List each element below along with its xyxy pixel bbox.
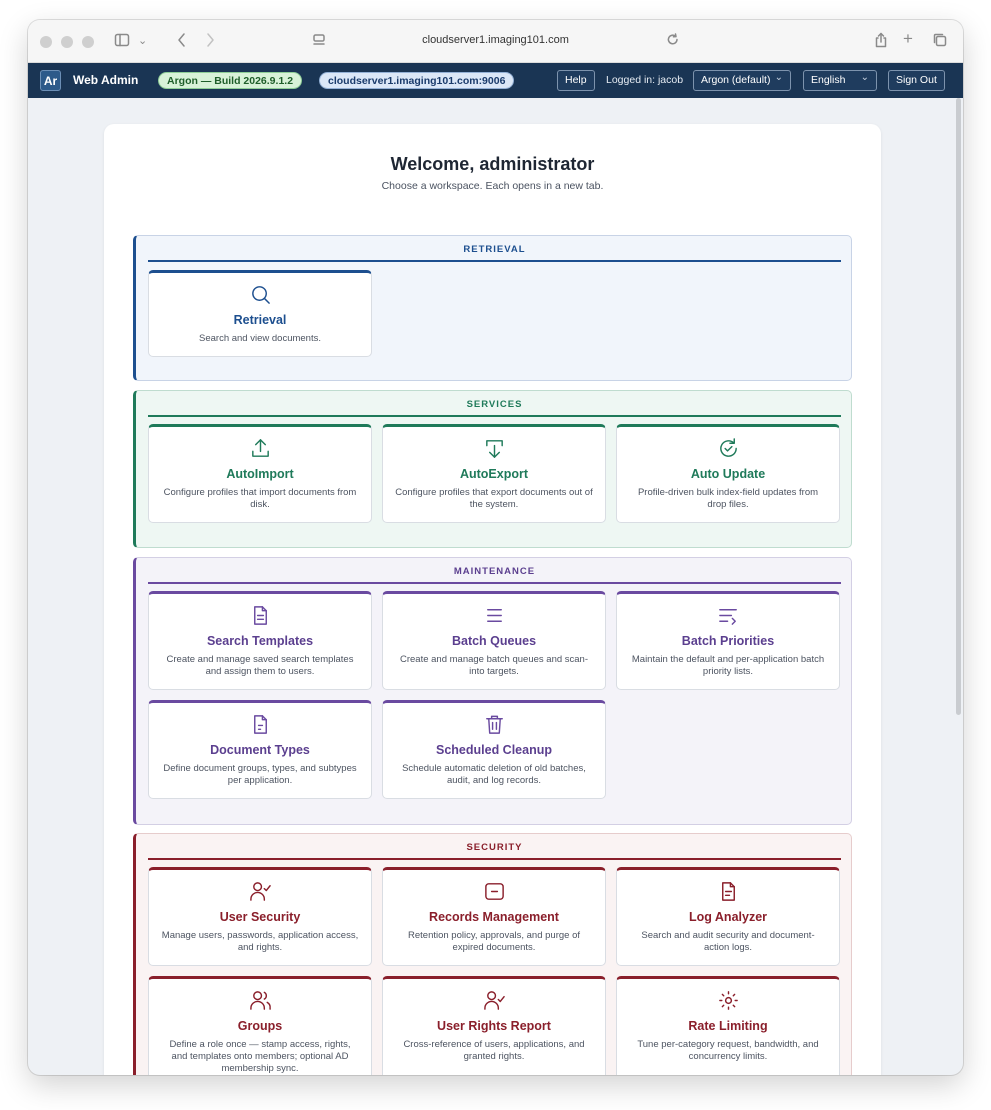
trash-icon [383, 713, 605, 737]
tile-title: User Security [219, 910, 301, 924]
tile-description: Define document groups, types, and subty… [163, 763, 357, 786]
theme-select[interactable]: Argon (default) [693, 68, 791, 91]
tile-title: User Rights Report [437, 1019, 551, 1033]
tile-user-security[interactable]: User Security Manage users, passwords, a… [148, 867, 372, 966]
tile-document-types[interactable]: Document Types Define document groups, t… [148, 700, 372, 799]
tile-title: Document Types [210, 743, 310, 757]
tile-title: AutoImport [226, 467, 294, 481]
build-badge: Argon — Build 2026.9.1.2 [158, 72, 303, 89]
page-scrollbar[interactable] [956, 98, 961, 715]
tile-title: Records Management [429, 910, 559, 924]
list-icon [383, 604, 605, 628]
tile-description: Create and manage batch queues and scan-… [399, 654, 589, 677]
tile-description: Create and manage saved search templates… [166, 654, 354, 677]
section-title: SERVICES [148, 399, 841, 417]
tile-description: Schedule automatic deletion of old batch… [402, 763, 586, 786]
section-maintenance: MAINTENANCE Search Templates Create and … [133, 557, 852, 825]
tile-log-analyzer[interactable]: Log Analyzer Search and audit security a… [616, 867, 840, 966]
browser-toolbar: ⌄ cloudserver1.imaging101.com + [28, 20, 963, 63]
tile-title: Auto Update [690, 467, 766, 481]
tile-description: Configure profiles that import documents… [163, 487, 357, 510]
tile-description: Maintain the default and per-application… [631, 654, 825, 677]
share-icon[interactable] [874, 32, 888, 52]
page-subtitle: Choose a workspace. Each opens in a new … [381, 180, 604, 192]
server-badge: cloudserver1.imaging101.com:9006 [319, 72, 515, 89]
users-icon [149, 989, 371, 1013]
export-icon [383, 437, 605, 461]
section-title: RETRIEVAL [148, 244, 841, 262]
tile-description: Retention policy, approvals, and purge o… [408, 930, 580, 953]
page-title: Welcome, administrator [390, 154, 595, 174]
workspace-card: Welcome, administrator Choose a workspac… [104, 124, 881, 1075]
rate-limit-icon [617, 989, 839, 1013]
tile-description: Search and audit security and document-a… [641, 930, 815, 953]
user-check-icon [149, 880, 371, 904]
address-bar[interactable]: cloudserver1.imaging101.com [28, 34, 963, 46]
tile-auto-update[interactable]: Auto Update Profile-driven bulk index-fi… [616, 424, 840, 523]
help-button[interactable]: Help [557, 70, 595, 91]
tile-title: Log Analyzer [688, 910, 768, 924]
archive-box-icon [383, 880, 605, 904]
tile-title: Scheduled Cleanup [436, 743, 552, 757]
priority-list-icon [617, 604, 839, 628]
tile-autoexport[interactable]: AutoExport Configure profiles that expor… [382, 424, 606, 523]
tile-search-templates[interactable]: Search Templates Create and manage saved… [148, 591, 372, 690]
language-select-value: English [811, 74, 846, 86]
theme-select-value: Argon (default) [701, 74, 771, 86]
tile-title: Search Templates [206, 634, 314, 648]
user-report-icon [383, 989, 605, 1013]
tile-description: Define a role once — stamp access, right… [169, 1039, 351, 1074]
tile-description: Cross-reference of users, applications, … [403, 1039, 585, 1062]
tile-batch-priorities[interactable]: Batch Priorities Maintain the default an… [616, 591, 840, 690]
tab-overview-icon[interactable] [932, 32, 948, 52]
search-icon [149, 283, 371, 307]
new-tab-icon[interactable]: + [903, 30, 913, 48]
tile-title: Groups [237, 1019, 283, 1033]
tile-description: Configure profiles that export documents… [395, 487, 593, 510]
logged-in-user: Logged in: jacob [606, 74, 684, 86]
document-icon [149, 604, 371, 628]
tile-title: Batch Queues [451, 634, 537, 648]
app-title: Web Admin [73, 73, 139, 87]
section-services: SERVICES AutoImport Configure profiles t… [133, 390, 852, 548]
tile-records-management[interactable]: Records Management Retention policy, app… [382, 867, 606, 966]
upload-icon [149, 437, 371, 461]
app-header: Ar Web Admin Argon — Build 2026.9.1.2 cl… [28, 63, 963, 98]
log-file-icon [617, 880, 839, 904]
tile-groups[interactable]: Groups Define a role once — stamp access… [148, 976, 372, 1075]
tile-rate-limiting[interactable]: Rate Limiting Tune per-category request,… [616, 976, 840, 1075]
document-type-icon [149, 713, 371, 737]
section-title: MAINTENANCE [148, 566, 841, 584]
tile-batch-queues[interactable]: Batch Queues Create and manage batch que… [382, 591, 606, 690]
section-title: SECURITY [148, 842, 841, 860]
reload-icon[interactable] [666, 32, 680, 52]
tile-description: Tune per-category request, bandwidth, an… [637, 1039, 819, 1062]
language-select[interactable]: English [803, 68, 877, 91]
tile-description: Profile-driven bulk index-field updates … [637, 487, 819, 510]
tile-user-rights-report[interactable]: User Rights Report Cross-reference of us… [382, 976, 606, 1075]
browser-window: ⌄ cloudserver1.imaging101.com + Ar Web A… [28, 20, 963, 1075]
section-retrieval: RETRIEVAL Retrieval Search and view docu… [133, 235, 852, 381]
tile-retrieval[interactable]: Retrieval Search and view documents. [148, 270, 372, 357]
app-logo: Ar [40, 70, 61, 91]
sign-out-button[interactable]: Sign Out [888, 70, 945, 91]
tile-title: Rate Limiting [688, 1019, 768, 1033]
tile-autoimport[interactable]: AutoImport Configure profiles that impor… [148, 424, 372, 523]
refresh-check-icon [617, 437, 839, 461]
tile-scheduled-cleanup[interactable]: Scheduled Cleanup Schedule automatic del… [382, 700, 606, 799]
tile-description: Manage users, passwords, application acc… [161, 930, 359, 953]
section-security: SECURITY User Security Manage users, pas… [133, 833, 852, 1075]
tile-title: Batch Priorities [681, 634, 775, 648]
tile-title: AutoExport [459, 467, 529, 481]
tile-title: Retrieval [233, 313, 287, 327]
tile-description: Search and view documents. [199, 333, 321, 344]
